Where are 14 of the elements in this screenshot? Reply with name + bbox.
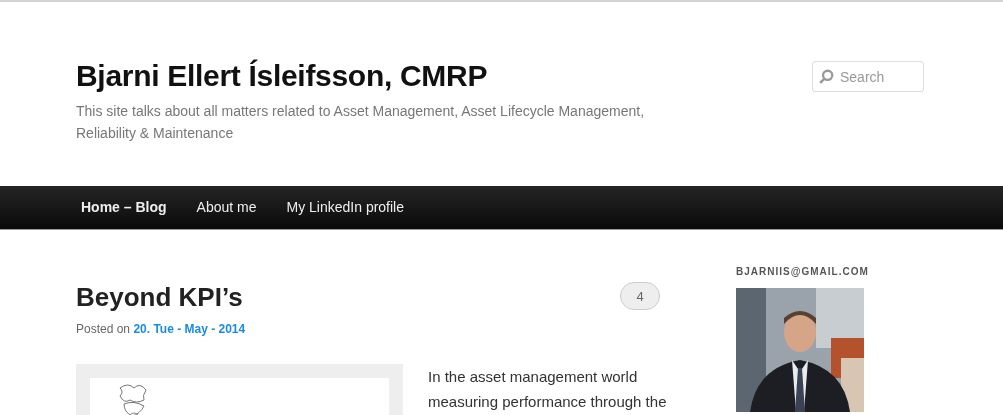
nav-link[interactable]: Home – Blog [66,186,182,229]
nav-link[interactable]: My LinkedIn profile [271,186,420,229]
search-field[interactable]: Search [812,61,924,92]
post-excerpt: In the asset management world [428,367,639,387]
post-excerpt: measuring performance through the [428,392,667,412]
date-link[interactable]: 20. Tue - May - 2014 [133,322,246,336]
nav-link[interactable]: About me [181,186,272,229]
post-title[interactable]: Beyond KPI’s [76,282,243,312]
post-meta: Posted on 20. Tue - May - 2014 [76,322,247,336]
site-tagline: This site talks about all matters related to Asset Management, Asset Lifecycle Management, Reliability & Maintenance [76,102,646,143]
search-icon [819,69,834,84]
comment-count[interactable]: 4 [620,282,660,310]
widget-heading: BJARNIIS@GMAIL.COM [736,266,869,277]
site-title[interactable]: Bjarni Ellert Ísleifsson, CMRP [76,58,646,94]
